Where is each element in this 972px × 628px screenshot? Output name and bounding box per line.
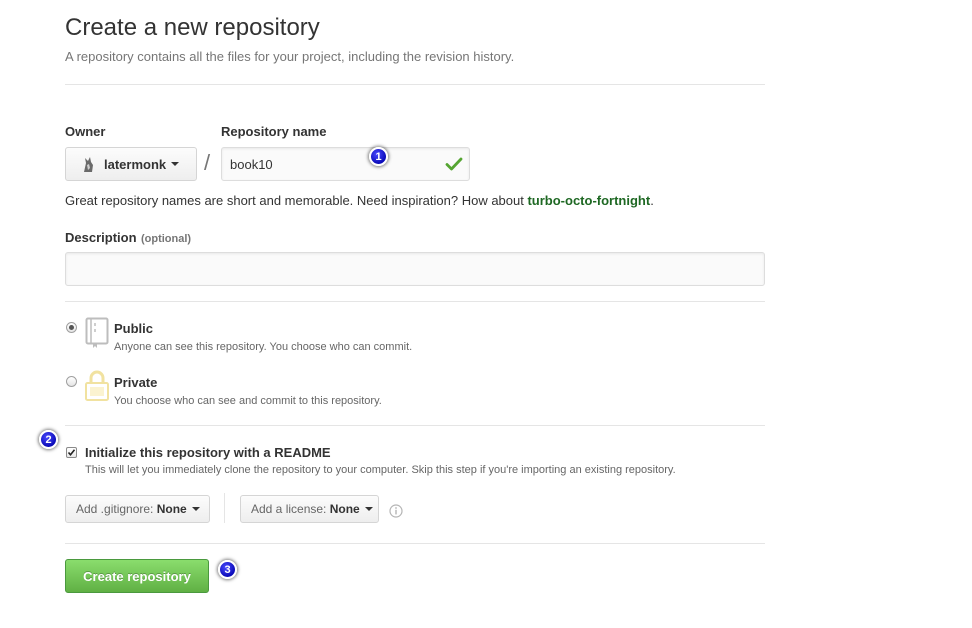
step-badge-1: 1 xyxy=(369,147,388,166)
chevron-down-icon xyxy=(364,507,373,511)
description-input[interactable] xyxy=(65,252,765,286)
description-label-text: Description xyxy=(65,230,137,245)
checkmark-icon xyxy=(67,449,76,457)
repo-book-icon xyxy=(85,317,109,349)
repo-name-input[interactable] xyxy=(221,147,470,181)
owner-repo-separator: / xyxy=(204,150,211,175)
divider xyxy=(65,301,765,302)
create-repository-button[interactable]: Create repository xyxy=(65,559,209,593)
public-radio[interactable] xyxy=(66,322,77,333)
name-suggestion[interactable]: turbo-octo-fortnight xyxy=(527,193,650,208)
page-title: Create a new repository xyxy=(65,14,320,41)
readme-title: Initialize this repository with a README xyxy=(85,445,331,460)
public-desc: Anyone can see this repository. You choo… xyxy=(114,341,413,353)
hint-suffix: . xyxy=(650,193,654,208)
owner-label: Owner xyxy=(65,124,106,139)
divider xyxy=(65,543,765,544)
repo-name-label: Repository name xyxy=(221,124,327,139)
check-icon xyxy=(445,155,463,173)
repo-name-hint: Great repository names are short and mem… xyxy=(65,193,654,208)
gitignore-select[interactable]: Add .gitignore: None xyxy=(65,495,210,523)
optional-tag: (optional) xyxy=(140,233,192,245)
license-value: None xyxy=(329,502,360,516)
hint-text: Great repository names are short and mem… xyxy=(65,193,528,208)
private-radio[interactable] xyxy=(66,376,77,387)
readme-desc: This will let you immediately clone the … xyxy=(85,464,676,476)
owner-avatar xyxy=(80,155,98,173)
private-title: Private xyxy=(114,375,158,390)
chevron-down-icon xyxy=(191,507,200,511)
step-badge-2: 2 xyxy=(39,430,58,449)
owner-name: latermonk xyxy=(104,156,167,172)
license-prefix: Add a license: xyxy=(251,502,327,516)
gitignore-value: None xyxy=(156,502,187,516)
public-title: Public xyxy=(114,321,154,336)
divider xyxy=(65,84,765,85)
license-select[interactable]: Add a license: None xyxy=(240,495,379,523)
readme-checkbox[interactable] xyxy=(66,447,77,458)
chevron-down-icon xyxy=(171,162,180,166)
divider xyxy=(65,425,765,426)
info-icon[interactable] xyxy=(389,504,403,518)
description-label: Description (optional) xyxy=(65,229,191,247)
page-subtitle: A repository contains all the files for … xyxy=(65,49,515,64)
lock-icon xyxy=(85,370,109,402)
step-badge-3: 3 xyxy=(218,560,237,579)
gitignore-prefix: Add .gitignore: xyxy=(76,502,154,516)
vertical-divider xyxy=(224,493,225,523)
private-desc: You choose who can see and commit to thi… xyxy=(114,395,382,407)
owner-select[interactable]: latermonk xyxy=(65,147,197,181)
